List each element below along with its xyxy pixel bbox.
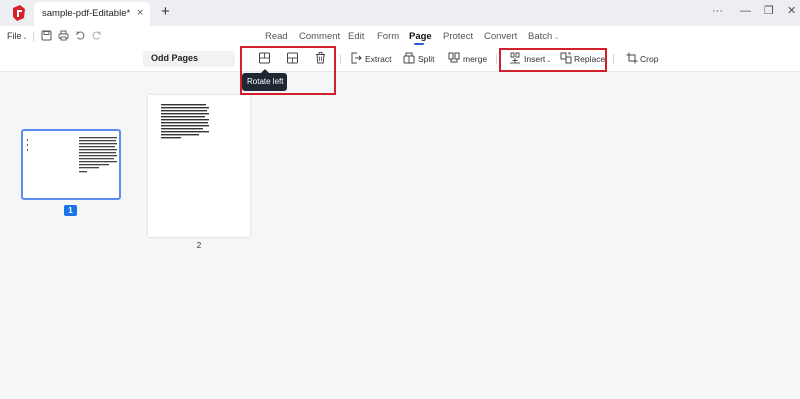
nav-read[interactable]: Read	[265, 31, 288, 42]
insert-button[interactable]: Insert⌄	[509, 50, 551, 68]
crop-label: Crop	[640, 54, 659, 64]
split-button[interactable]: Split	[403, 50, 435, 68]
page-text-preview	[161, 104, 209, 139]
tooltip-text: Rotate left	[247, 77, 284, 86]
save-icon[interactable]	[41, 30, 52, 41]
close-tab-icon[interactable]: ×	[137, 7, 143, 19]
menu-bar: File⌄ Read Comment Edit Form Page Protec…	[0, 26, 800, 46]
split-icon	[403, 52, 415, 64]
page-thumbnail-2[interactable]	[148, 95, 250, 237]
nav-edit[interactable]: Edit	[348, 31, 364, 42]
page-thumbnail-1[interactable]	[21, 129, 121, 200]
page-number-1: 1	[68, 206, 73, 215]
document-tab[interactable]: sample-pdf-Editable* ×	[34, 2, 150, 26]
divider	[496, 54, 497, 64]
page-number-2: 2	[196, 241, 202, 250]
divider	[340, 54, 341, 64]
rotate-right-button[interactable]	[286, 50, 300, 68]
merge-icon	[448, 52, 460, 63]
extract-button[interactable]: Extract	[351, 50, 391, 68]
app-logo-icon	[13, 5, 25, 21]
insert-label: Insert⌄	[524, 54, 551, 64]
replace-icon	[560, 52, 572, 64]
nav-batch[interactable]: Batch ⌄	[528, 31, 559, 42]
redo-icon[interactable]	[91, 30, 102, 41]
title-bar: sample-pdf-Editable* × + ··· — ❐ ✕	[0, 0, 800, 26]
merge-label: merge	[463, 54, 488, 64]
rotate-right-icon	[287, 52, 298, 64]
split-label: Split	[418, 54, 435, 64]
page-range-select[interactable]: Odd Pages	[143, 51, 235, 67]
new-tab-icon[interactable]: +	[161, 4, 170, 20]
page-toolbar: Odd Pages Extract Split merge Insert⌄ Re…	[0, 46, 800, 72]
extract-label: Extract	[365, 54, 392, 64]
merge-button[interactable]: merge	[448, 50, 488, 68]
insert-label-text: Insert	[524, 54, 546, 64]
close-window-icon[interactable]: ✕	[787, 3, 796, 19]
page-number-badge: 1	[64, 205, 77, 216]
delete-page-icon	[316, 52, 325, 64]
restore-icon[interactable]: ❐	[764, 3, 774, 19]
nav-protect[interactable]: Protect	[443, 31, 473, 42]
minimize-icon[interactable]: —	[740, 3, 751, 19]
page-text-preview	[79, 137, 117, 173]
extract-icon	[351, 52, 362, 64]
crop-button[interactable]: Crop	[626, 50, 658, 68]
chevron-down-icon: ⌄	[554, 35, 560, 41]
nav-page[interactable]: Page	[409, 31, 432, 42]
divider	[33, 32, 34, 42]
file-menu[interactable]: File⌄	[7, 31, 28, 41]
document-tab-title: sample-pdf-Editable*	[42, 8, 131, 19]
nav-comment[interactable]: Comment	[299, 31, 340, 42]
chevron-down-icon: ⌄	[22, 35, 28, 41]
more-options-icon[interactable]: ···	[712, 3, 723, 19]
nav-form[interactable]: Form	[377, 31, 399, 42]
nav-convert[interactable]: Convert	[484, 31, 517, 42]
tooltip: Rotate left	[242, 69, 287, 91]
page-content-preview	[27, 139, 28, 151]
insert-icon	[510, 52, 520, 64]
print-icon[interactable]	[58, 30, 69, 41]
delete-page-button[interactable]	[315, 50, 327, 68]
page-range-value: Odd Pages	[151, 53, 199, 63]
undo-icon[interactable]	[75, 30, 86, 41]
chevron-down-icon: ⌄	[546, 58, 552, 64]
replace-button[interactable]: Replace	[560, 50, 606, 68]
divider	[613, 54, 614, 64]
rotate-left-icon	[259, 52, 270, 64]
crop-icon	[626, 52, 638, 64]
active-tab-indicator	[414, 43, 424, 45]
file-menu-label: File	[7, 31, 22, 41]
rotate-left-button[interactable]	[258, 50, 272, 68]
nav-batch-label: Batch	[528, 31, 553, 42]
replace-label: Replace	[574, 54, 606, 64]
